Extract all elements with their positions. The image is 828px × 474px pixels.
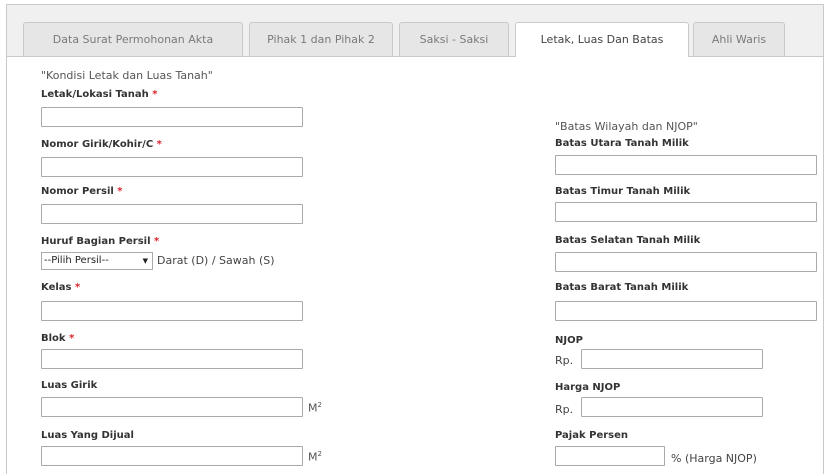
unit-m: M <box>308 450 318 464</box>
barat-label: Batas Barat Tanah Milik <box>555 282 689 293</box>
girik-label: Nomor Girik/Kohir/C * <box>41 139 162 150</box>
letak-label: Letak/Lokasi Tanah * <box>41 89 157 100</box>
tab-bar: Data Surat Permohonan Akta Pihak 1 dan P… <box>7 5 823 57</box>
girik-label-text: Nomor Girik/Kohir/C <box>41 139 154 150</box>
njop-label: NJOP <box>555 335 583 346</box>
selatan-label: Batas Selatan Tanah Milik <box>555 235 701 246</box>
required-mark: * <box>154 236 160 247</box>
luas-girik-unit: M2 <box>308 401 322 415</box>
luas-girik-label: Luas Girik <box>41 380 98 391</box>
persil-select-value: --Pilih Persil-- <box>44 255 109 266</box>
luas-dijual-label: Luas Yang Dijual <box>41 430 134 441</box>
blok-input[interactable] <box>41 349 303 369</box>
persil-select-hint: Darat (D) / Sawah (S) <box>157 254 275 267</box>
utara-label: Batas Utara Tanah Milik <box>555 138 689 149</box>
unit-exp: 2 <box>317 401 322 409</box>
unit-m: M <box>308 401 318 415</box>
kelas-input[interactable] <box>41 301 303 321</box>
kelas-label: Kelas * <box>41 282 80 293</box>
barat-input[interactable] <box>555 301 817 321</box>
right-section-heading: "Batas Wilayah dan NJOP" <box>555 120 698 133</box>
blok-label-text: Blok <box>41 333 66 344</box>
tab-pihak[interactable]: Pihak 1 dan Pihak 2 <box>249 22 393 56</box>
luas-girik-input[interactable] <box>41 397 303 417</box>
njop-currency: Rp. <box>555 354 574 367</box>
required-mark: * <box>69 333 75 344</box>
selatan-input[interactable] <box>555 252 817 272</box>
required-mark: * <box>117 186 123 197</box>
letak-input[interactable] <box>41 107 303 127</box>
pajak-suffix: % (Harga NJOP) <box>671 452 757 465</box>
required-mark: * <box>152 89 158 100</box>
pajak-input[interactable] <box>555 446 665 466</box>
chevron-down-icon: ▼ <box>142 257 148 265</box>
required-mark: * <box>74 282 81 293</box>
persil-label: Nomor Persil * <box>41 186 123 197</box>
persil-label-text: Nomor Persil <box>41 186 114 197</box>
harga-njop-input[interactable] <box>581 397 763 417</box>
kelas-label-text: Kelas <box>41 282 72 293</box>
unit-exp: 2 <box>317 450 322 458</box>
timur-label: Batas Timur Tanah Milik <box>555 186 691 197</box>
pajak-label: Pajak Persen <box>555 430 629 441</box>
huruf-label: Huruf Bagian Persil * <box>41 236 159 247</box>
required-mark: * <box>156 139 162 150</box>
blok-label: Blok * <box>41 333 74 344</box>
luas-dijual-input[interactable] <box>41 446 303 466</box>
luas-dijual-unit: M2 <box>308 450 322 464</box>
girik-input[interactable] <box>41 157 303 177</box>
tab-data-surat[interactable]: Data Surat Permohonan Akta <box>23 22 243 56</box>
letak-label-text: Letak/Lokasi Tanah <box>41 89 149 100</box>
persil-select[interactable]: --Pilih Persil-- ▼ <box>41 252 153 270</box>
tab-letak-luas-batas[interactable]: Letak, Luas Dan Batas <box>515 22 689 57</box>
harga-njop-currency: Rp. <box>555 403 574 416</box>
huruf-label-text: Huruf Bagian Persil <box>41 236 151 247</box>
left-section-heading: "Kondisi Letak dan Luas Tanah" <box>41 69 213 82</box>
tab-saksi[interactable]: Saksi - Saksi <box>399 22 509 56</box>
harga-njop-label: Harga NJOP <box>555 382 621 393</box>
form-panel: Data Surat Permohonan Akta Pihak 1 dan P… <box>6 4 824 474</box>
tab-ahli-waris[interactable]: Ahli Waris <box>693 22 785 56</box>
utara-input[interactable] <box>555 155 817 175</box>
njop-input[interactable] <box>581 349 763 369</box>
persil-input[interactable] <box>41 204 303 224</box>
timur-input[interactable] <box>555 202 817 222</box>
